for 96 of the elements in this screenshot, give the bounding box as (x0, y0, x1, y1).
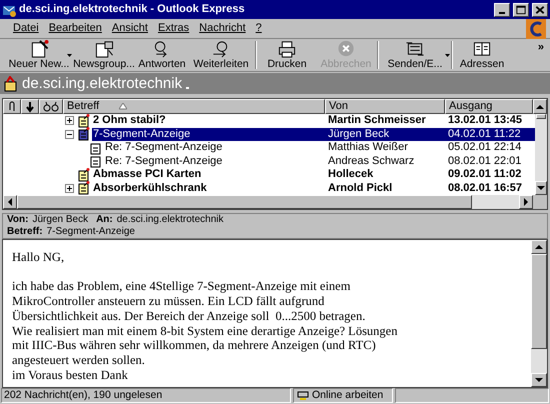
menu-item[interactable]: Extras (152, 20, 194, 37)
message-sender: Jürgen Beck (327, 128, 390, 141)
glasses-icon (43, 101, 59, 112)
message-date: 08.02.01 16:57 (447, 182, 524, 195)
message-pin-icon (78, 114, 90, 128)
message-date: 05.02.01 22:14 (447, 141, 522, 154)
watch-column-header[interactable] (39, 99, 63, 114)
message-sender: Arnold Pickl (327, 182, 394, 195)
logo-icon (526, 18, 546, 38)
menu-item[interactable]: ? (250, 20, 267, 37)
message-sender: Andreas Schwarz (327, 154, 416, 168)
column-header[interactable]: Von (325, 99, 445, 114)
toolbar-button[interactable]: Neuer New... (6, 39, 72, 71)
column-header[interactable]: Betreff (63, 99, 325, 114)
maximize-button[interactable] (513, 2, 529, 16)
arrow-down-icon (537, 186, 545, 190)
scroll-thumb[interactable] (531, 254, 547, 349)
message-pin-icon (78, 127, 90, 142)
menu-item[interactable]: Ansicht (106, 20, 153, 37)
toolbar-button[interactable]: Antworten (136, 39, 188, 71)
column-header[interactable]: Ausgang (445, 99, 533, 114)
scroll-thumb[interactable] (536, 114, 546, 119)
field-label: An: (96, 214, 113, 226)
message-subject: 7-Segment-Anzeige (92, 128, 192, 141)
horizontal-scrollbar[interactable] (3, 195, 547, 209)
toolbar-button[interactable]: Drucken (258, 39, 316, 71)
status-message-count: 202 Nachricht(en), 190 ungelesen (1, 388, 291, 403)
body-text-line: Übersichtlichkeit aus. Der Bereich der Anzeige soll 0...2500 betragen. (12, 308, 366, 324)
message-row[interactable]: Absorberkühlschrank Arnold Pickl 08.02.01 16:57 (3, 182, 535, 195)
menu-item[interactable]: Datei (8, 20, 44, 37)
folder-icon (3, 76, 18, 92)
message-row[interactable]: Re: 7-Segment-Anzeige Andreas Schwarz 08.02.01 22:01 (3, 154, 535, 168)
toolbar-button[interactable]: Newsgroup... (72, 39, 136, 71)
computer-icon (297, 390, 309, 400)
message-subject: Abmasse PCI Karten (92, 168, 202, 182)
body-text-line: Wie realisiert man mit einem 8-bit System eine derartige Anzeige? Lösungen (12, 324, 398, 338)
menu-item[interactable]: Bearbeiten (44, 20, 107, 37)
arrow-down-icon (535, 378, 543, 382)
arrow-down-icon (25, 100, 35, 112)
window-title: de.sci.ing.elektrotechnik - Outlook Express (19, 2, 246, 18)
arrow-up-icon (536, 104, 544, 108)
message-row[interactable]: 2 Ohm stabil? Martin Schmeisser 13.02.01 13:45 (3, 114, 535, 128)
attachment-column-header[interactable] (3, 99, 21, 114)
vertical-scrollbar[interactable] (531, 240, 547, 387)
minimize-icon (499, 12, 505, 14)
status-text: Online arbeiten (312, 388, 384, 403)
body-text-line: mit IIIC-Bus währen sehr willkommen, da mehrere Anzeigen (und RTC) (12, 338, 377, 353)
message-icon (90, 154, 102, 168)
document-icon (93, 39, 115, 58)
folder-name[interactable]: de.sci.ing.elektrotechnik (22, 74, 182, 92)
body-text-line: angesteuert werden sollen. (12, 352, 146, 368)
body-text-line: Hallo NG, (12, 250, 66, 265)
body-text-line: ich habe das Problem, eine 4Stellige 7-Segment-Anzeige mit einem (12, 279, 352, 294)
scroll-thumb[interactable] (17, 195, 472, 209)
message-sender: Hollecek (327, 168, 374, 182)
close-button[interactable] (532, 2, 548, 16)
message-date: 13.02.01 13:45 (447, 114, 524, 128)
priority-column-header[interactable] (21, 99, 39, 114)
message-subject: 2 Ohm stabil? (92, 114, 167, 128)
arrow-right-icon (524, 198, 528, 206)
message-date: 09.02.01 11:02 (447, 168, 522, 182)
scrollbar-corner (533, 195, 547, 209)
message-date: 04.02.01 11:22 (447, 128, 522, 141)
recipient-name: de.sci.ing.elektrotechnik (116, 214, 224, 226)
overflow-chevron[interactable]: » (538, 39, 544, 56)
message-pin-icon (78, 181, 90, 196)
paperclip-icon (7, 100, 17, 112)
message-subject: Re: 7-Segment-Anzeige (104, 154, 224, 168)
field-label: Betreff: (7, 226, 43, 238)
message-date: 08.02.01 22:01 (447, 154, 522, 168)
message-subject: Re: 7-Segment-Anzeige (104, 141, 224, 154)
minimize-button[interactable] (494, 2, 510, 16)
toolbar-button[interactable]: Weiterleiten (188, 39, 254, 71)
menu-item[interactable]: Nachricht (194, 20, 251, 37)
arrow-left-icon (8, 198, 12, 206)
maximize-icon (514, 4, 528, 16)
vertical-scrollbar[interactable] (535, 114, 547, 195)
field-label: Von: (7, 214, 28, 226)
printer-icon (276, 39, 298, 58)
scroll-up-button[interactable] (533, 99, 547, 114)
close-icon (533, 4, 547, 16)
sort-arrow-icon (119, 103, 128, 110)
body-text-line: im Voraus besten Dank (12, 368, 129, 382)
message-subject: Absorberkühlschrank (92, 182, 208, 195)
message-icon (90, 140, 102, 155)
message-sender: Matthias Weißer (327, 141, 409, 154)
subject-text: 7-Segment-Anzeige (46, 226, 135, 238)
toolbar-button[interactable]: Adressen (454, 39, 510, 71)
message-row[interactable]: Re: 7-Segment-Anzeige Matthias Weißer 05.02.01 22:14 (3, 141, 535, 154)
toolbar-button[interactable]: Senden/E... (380, 39, 450, 71)
arrow-up-icon (535, 245, 543, 249)
sender-name: Jürgen Beck (32, 214, 88, 226)
message-sender: Martin Schmeisser (327, 114, 427, 128)
message-row[interactable]: Abmasse PCI Karten Hollecek 09.02.01 11:02 (3, 168, 535, 182)
body-text-line: MikroController ansteuern zu müssen. Ein LCD fällt aufgrund (12, 294, 326, 309)
message-pin-icon (78, 168, 90, 182)
